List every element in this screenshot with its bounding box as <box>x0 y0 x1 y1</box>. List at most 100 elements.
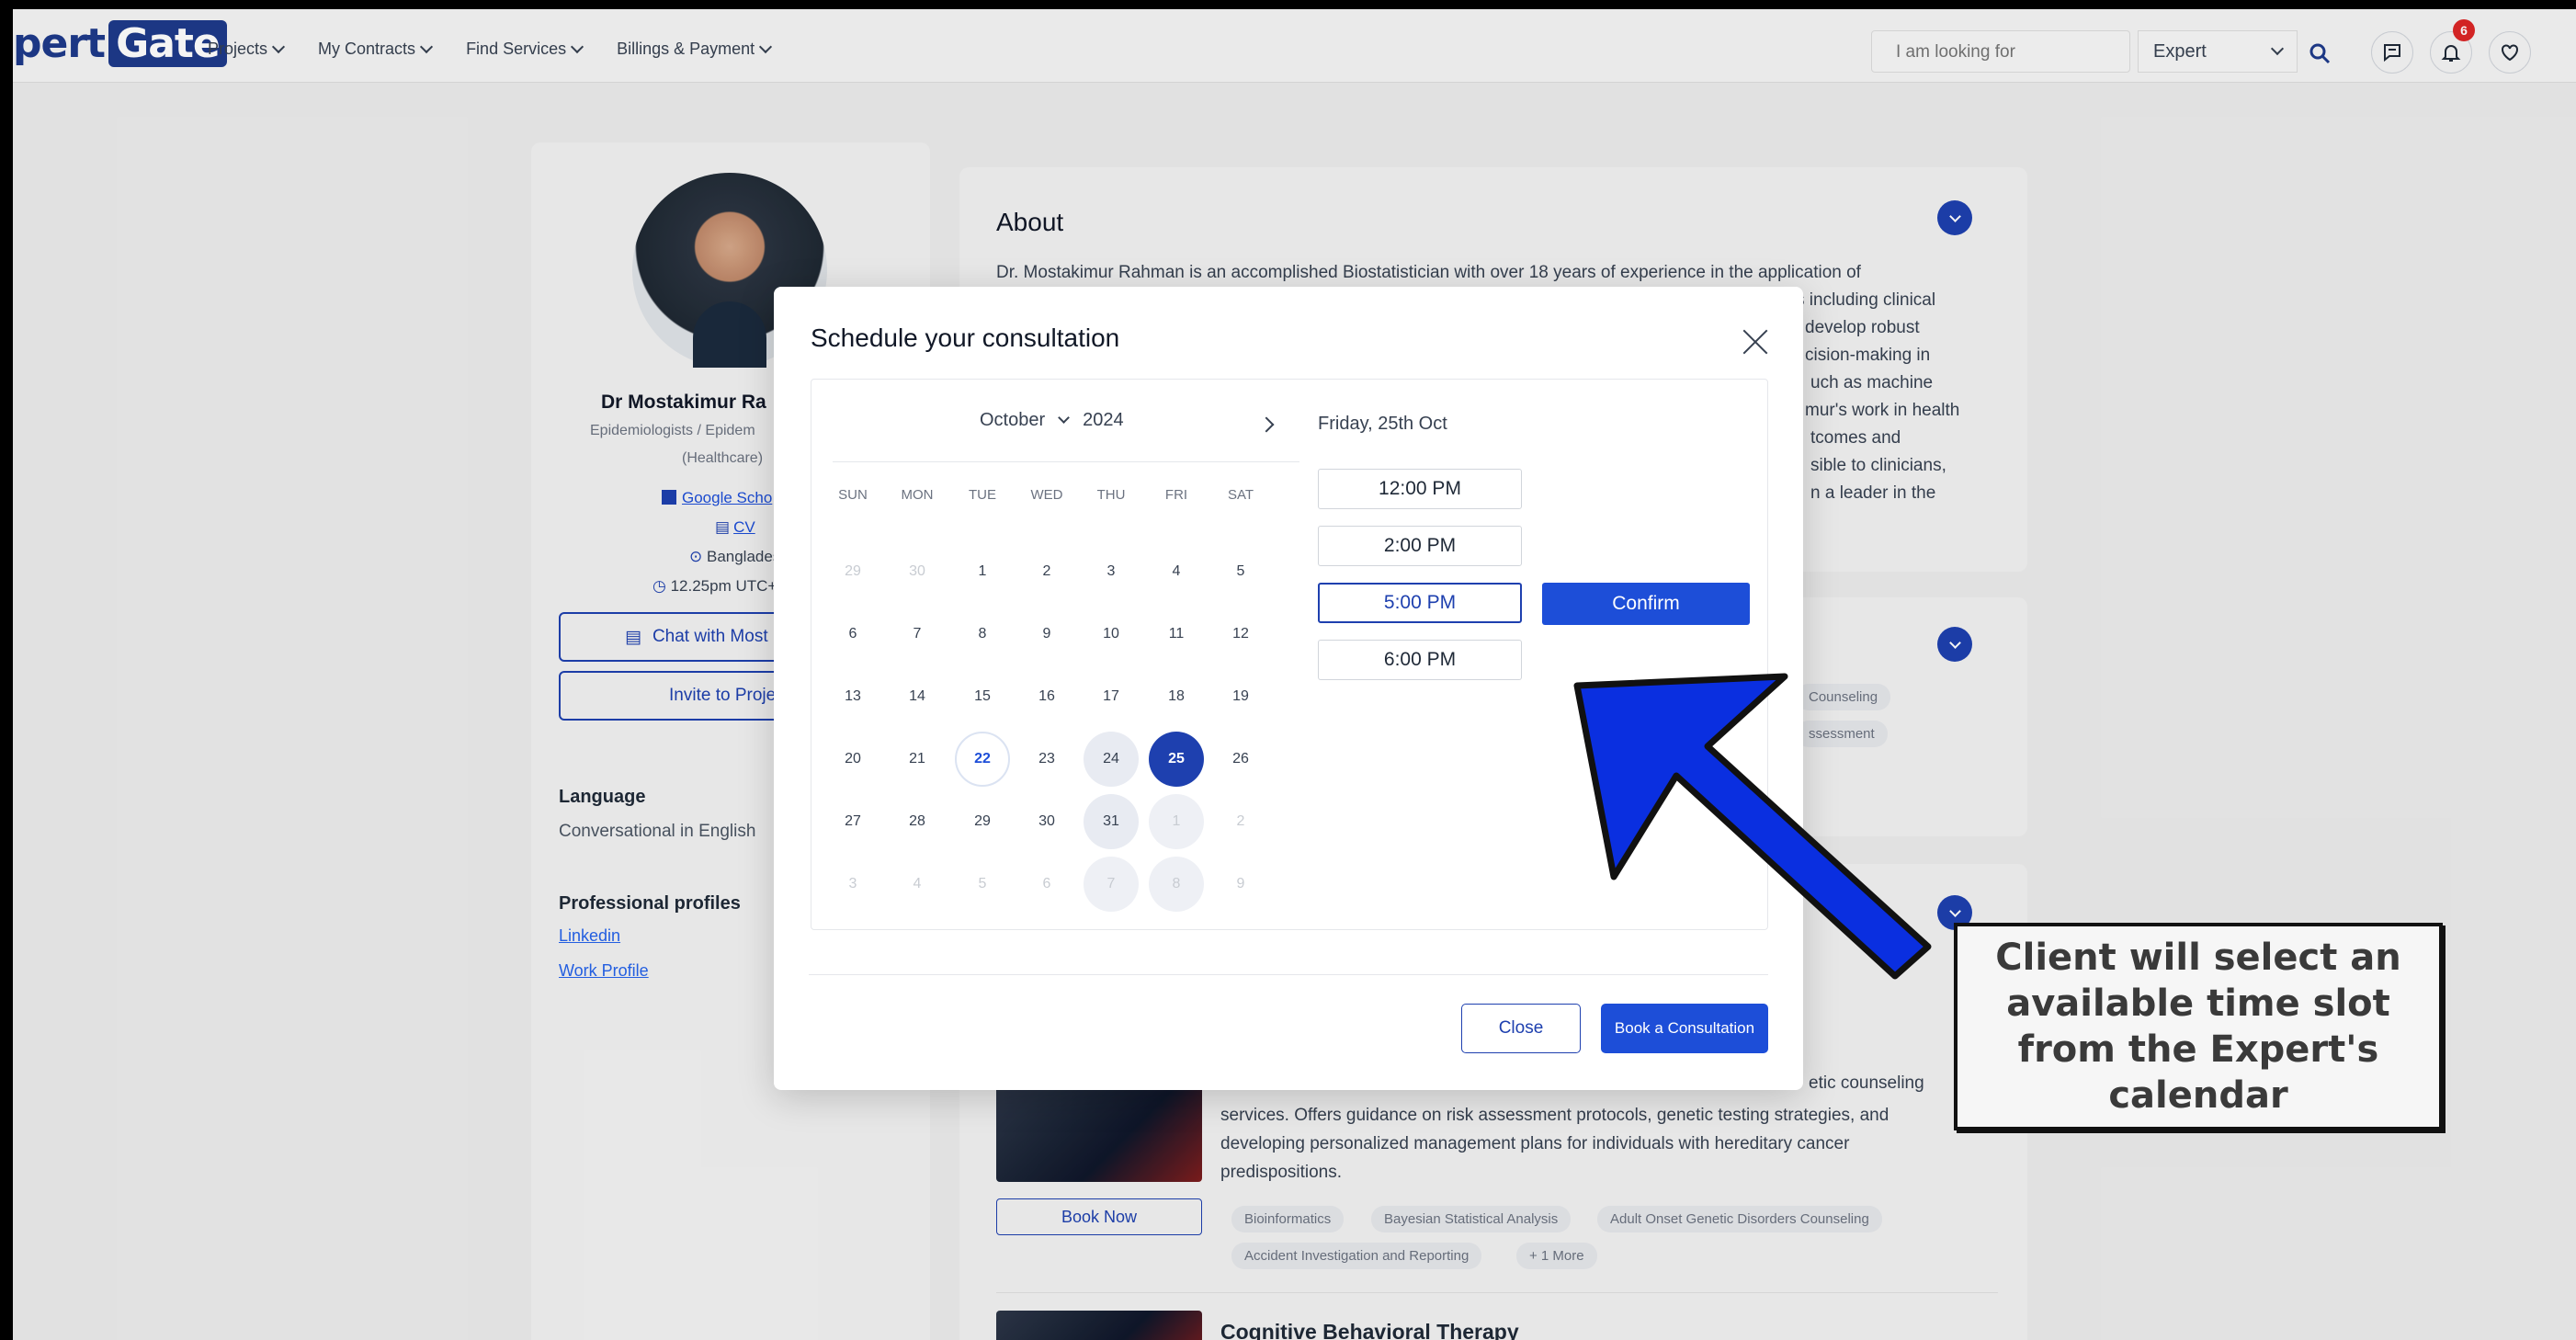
service-tag: Bayesian Statistical Analysis <box>1371 1206 1572 1232</box>
calendar-day: 3 <box>848 876 857 891</box>
expert-location: ⊙ Banglades <box>689 548 781 565</box>
menu-find-services[interactable]: Find Services <box>466 40 584 59</box>
time-slot[interactable]: 12:00 PM <box>1318 469 1522 509</box>
month-year-select[interactable]: October 2024 <box>980 410 1124 431</box>
calendar-day[interactable]: 30 <box>1019 794 1074 849</box>
menu-my-contracts[interactable]: My Contracts <box>318 40 434 59</box>
calendar-day-today[interactable]: 22 <box>955 732 1010 787</box>
calendar-day[interactable]: 29 <box>955 794 1010 849</box>
calendar-day[interactable]: 9 <box>1019 607 1074 662</box>
calendar-day[interactable]: 21 <box>890 732 945 787</box>
service-tag: Adult Onset Genetic Disorders Counseling <box>1597 1206 1882 1232</box>
service-tag: Accident Investigation and Reporting <box>1231 1243 1482 1269</box>
weekday-label: WED <box>1030 487 1063 503</box>
logo[interactable]: pert Gate <box>13 20 227 67</box>
calendar-day[interactable]: 7 <box>890 607 945 662</box>
year-select[interactable]: 2024 <box>1083 410 1124 431</box>
skills-collapse-button[interactable] <box>1937 627 1972 662</box>
search-button[interactable] <box>2301 35 2338 72</box>
notifications-button[interactable]: 6 <box>2430 19 2475 74</box>
google-scholar-link[interactable]: Google Scho <box>662 489 772 507</box>
close-icon[interactable] <box>1741 327 1770 357</box>
calendar-day: 1 <box>1149 794 1204 849</box>
time-slot-selected[interactable]: 5:00 PM <box>1318 583 1522 623</box>
top-navbar: pert Gate Projects My Contracts Find Serv… <box>13 9 2576 83</box>
month-select[interactable]: October <box>980 410 1045 431</box>
calendar-day: 7 <box>1084 857 1139 912</box>
work-profile-link[interactable]: Work Profile <box>559 961 649 981</box>
calendar-day: 2 <box>1236 813 1245 829</box>
calendar-day[interactable]: 14 <box>890 669 945 724</box>
calendar-day[interactable]: 6 <box>825 607 880 662</box>
time-slot[interactable]: 2:00 PM <box>1318 526 1522 566</box>
service-tag: Bioinformatics <box>1231 1206 1345 1232</box>
calendar-day[interactable]: 26 <box>1213 732 1268 787</box>
calendar-day[interactable]: 12 <box>1213 607 1268 662</box>
calendar-day[interactable]: 27 <box>825 794 880 849</box>
bell-icon <box>2441 45 2461 62</box>
weekday-label: TUE <box>969 487 996 503</box>
calendar-day[interactable]: 18 <box>1149 669 1204 724</box>
chevron-down-icon <box>1058 412 1071 424</box>
calendar-day-selected[interactable]: 25 <box>1149 732 1204 787</box>
favorites-button[interactable] <box>2489 31 2531 74</box>
messages-button[interactable] <box>2371 31 2413 74</box>
calendar-day[interactable]: 23 <box>1019 732 1074 787</box>
more-tags[interactable]: + 1 More <box>1516 1243 1597 1269</box>
calendar-day: 6 <box>1042 876 1051 891</box>
calendar-day[interactable]: 1 <box>955 544 1010 599</box>
book-consultation-button[interactable]: Book a Consultation <box>1601 1004 1768 1053</box>
calendar-day[interactable]: 5 <box>1213 544 1268 599</box>
book-now-button[interactable]: Book Now <box>996 1198 1202 1235</box>
weekday-label: FRI <box>1164 487 1188 503</box>
calendar-day[interactable]: 31 <box>1084 794 1139 849</box>
weekday-label: SUN <box>838 487 868 503</box>
confirm-button[interactable]: Confirm <box>1542 583 1750 625</box>
about-collapse-button[interactable] <box>1937 200 1972 235</box>
calendar-day[interactable]: 16 <box>1019 669 1074 724</box>
cv-link[interactable]: ▤ CV <box>715 518 755 537</box>
menu-billings-payment[interactable]: Billings & Payment <box>617 40 773 59</box>
expert-title: Epidemiologists / Epidem <box>590 423 755 438</box>
linkedin-link[interactable]: Linkedin <box>559 926 620 946</box>
clock-icon: ◷ <box>653 577 666 595</box>
chevron-down-icon <box>419 40 434 53</box>
menu-projects[interactable]: Projects <box>208 40 286 59</box>
calendar-day: 9 <box>1236 876 1245 891</box>
calendar-day: 8 <box>1149 857 1204 912</box>
service-image <box>996 1084 1202 1182</box>
calendar-day[interactable]: 28 <box>890 794 945 849</box>
weekday-label: THU <box>1096 487 1126 503</box>
document-icon: ▤ <box>715 518 731 536</box>
calendar-day[interactable]: 11 <box>1149 607 1204 662</box>
chevron-down-icon <box>759 40 773 53</box>
calendar-day[interactable]: 20 <box>825 732 880 787</box>
search-input[interactable] <box>1896 42 2105 62</box>
calendar-day[interactable]: 8 <box>955 607 1010 662</box>
weekday-label: SAT <box>1227 487 1254 503</box>
calendar-day[interactable]: 4 <box>1149 544 1204 599</box>
calendar-day[interactable]: 15 <box>955 669 1010 724</box>
calendar-day[interactable]: 3 <box>1084 544 1139 599</box>
calendar-day: 4 <box>913 876 922 891</box>
close-button[interactable]: Close <box>1461 1004 1581 1053</box>
calendar-day[interactable]: 17 <box>1084 669 1139 724</box>
chevron-down-icon <box>571 40 584 53</box>
calendar-day[interactable]: 19 <box>1213 669 1268 724</box>
annotation-arrow-icon <box>1573 673 1932 980</box>
calendar-day[interactable]: 24 <box>1084 732 1139 787</box>
expert-field: (Healthcare) <box>682 450 764 466</box>
calendar-day: 30 <box>909 563 925 579</box>
calendar-day: 29 <box>845 563 861 579</box>
divider <box>996 1292 1998 1293</box>
service-text-fragment: etic counseling <box>1809 1073 1924 1093</box>
service-description: services. Offers guidance on risk assess… <box>1220 1106 1889 1182</box>
location-pin-icon: ⊙ <box>689 548 703 565</box>
time-slot[interactable]: 6:00 PM <box>1318 640 1522 680</box>
calendar-day[interactable]: 13 <box>825 669 880 724</box>
chat-icon: ▤ <box>625 627 641 647</box>
calendar-day[interactable]: 10 <box>1084 607 1139 662</box>
chevron-down-icon <box>271 40 286 53</box>
search-type-select[interactable]: Expert <box>2138 30 2298 73</box>
calendar-day[interactable]: 2 <box>1019 544 1074 599</box>
